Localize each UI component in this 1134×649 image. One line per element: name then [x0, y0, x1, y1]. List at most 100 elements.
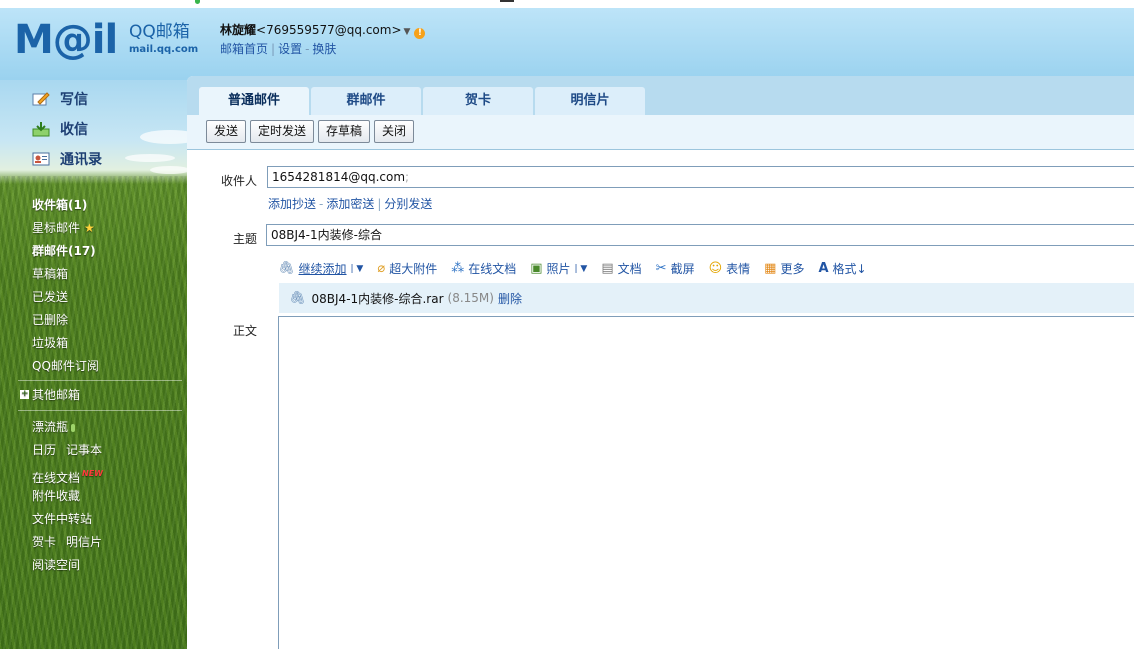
sidebar-write[interactable]: 写信 [32, 87, 88, 111]
folder-spam[interactable]: 垃圾箱 [32, 332, 99, 355]
app-bottle-label: 漂流瓶 [32, 420, 69, 434]
tab-group-mail[interactable]: 群邮件 [311, 87, 421, 115]
app-file-transfer[interactable]: 文件中转站 [32, 508, 103, 531]
font-a-icon: A [818, 261, 829, 276]
logo-domain: mail.qq.com [129, 44, 199, 55]
folder-drafts[interactable]: 草稿箱 [32, 263, 99, 286]
link-settings[interactable]: 设置 [278, 42, 302, 56]
compose-panel: 普通邮件 群邮件 贺卡 明信片 发送 定时发送 存草稿 关闭 收件人 16542… [187, 76, 1134, 649]
online-docs-tool-label: 在线文档 [468, 262, 517, 276]
folder-starred[interactable]: 星标邮件 ★ [32, 217, 99, 240]
other-mailboxes[interactable]: + 其他邮箱 [20, 386, 80, 403]
pencil-icon [32, 91, 50, 107]
large-attachment-label: 超大附件 [389, 262, 438, 276]
dropdown-arrow-icon[interactable]: | ▼ [575, 264, 588, 274]
sidebar-receive-label: 收信 [60, 122, 88, 138]
smiley-icon: ☺ [708, 261, 723, 276]
delete-attachment-link[interactable]: 删除 [498, 290, 522, 307]
add-attachment-label: 继续添加 [298, 262, 347, 276]
cc-links: 添加抄送 - 添加密送 | 分别发送 [268, 195, 432, 212]
compose-header: 普通邮件 群邮件 贺卡 明信片 发送 定时发送 存草稿 关闭 [187, 76, 1134, 150]
link-skin[interactable]: 换肤 [312, 42, 336, 56]
format-tool[interactable]: A 格式↓ [818, 260, 866, 277]
folder-sent[interactable]: 已发送 [32, 286, 99, 309]
recipient-address[interactable]: 1654281814@qq.com [272, 170, 405, 184]
app-card-postcard: 贺卡 明信片 [32, 531, 103, 554]
warning-icon[interactable]: ! [414, 28, 426, 39]
app-calendar[interactable]: 日历 [32, 443, 56, 457]
scheduled-send-button[interactable]: 定时发送 [250, 120, 315, 143]
emoji-tool[interactable]: ☺ 表情 [709, 260, 751, 277]
add-bcc-link[interactable]: 添加密送 [326, 197, 374, 211]
send-separately-link[interactable]: 分别发送 [384, 197, 432, 211]
logo[interactable]: M@il QQ邮箱 mail.qq.com [14, 18, 204, 64]
folder-inbox[interactable]: 收件箱(1) [32, 194, 99, 217]
app-reading-space[interactable]: 阅读空间 [32, 554, 103, 577]
document-tool[interactable]: ▤ 文档 [601, 260, 641, 277]
paperclip-icon: 🖇 [289, 290, 306, 306]
sidebar-contacts[interactable]: 通讯录 [32, 147, 102, 171]
link-separator: | [271, 42, 276, 56]
add-attachment[interactable]: 🖇 继续添加 | ▼ [278, 260, 363, 277]
new-badge: NEW [82, 469, 103, 478]
body-editor[interactable] [278, 316, 1134, 649]
contact-card-icon [32, 151, 50, 167]
header: M@il QQ邮箱 mail.qq.com 林旋耀<769559577@qq.c… [0, 8, 1134, 80]
star-icon: ★ [84, 221, 95, 235]
link-separator: - [319, 197, 324, 211]
photo-tool-label: 照片 [546, 262, 571, 276]
app-bottle[interactable]: 漂流瓶 [32, 416, 103, 439]
dropdown-arrow-icon[interactable]: | ▼ [351, 264, 364, 274]
sidebar: 写信 收信 通讯录 收件箱(1) 星标邮件 ★ 群邮件(17) 草稿箱 已发送 已… [0, 80, 191, 649]
account-dropdown-icon[interactable]: ▼ [404, 27, 411, 37]
link-mail-home[interactable]: 邮箱首页 [220, 42, 268, 56]
attachment-toolbar: 🖇 继续添加 | ▼ ⌀ 超大附件 ⁂ 在线文档 ▣ 照片 | ▼ ▤ 文档 ✂… [278, 260, 881, 277]
close-button[interactable]: 关闭 [374, 120, 415, 143]
sidebar-write-label: 写信 [60, 92, 88, 108]
sidebar-divider [18, 410, 182, 411]
more-tool[interactable]: ▦ 更多 [764, 260, 804, 277]
send-button[interactable]: 发送 [206, 120, 247, 143]
large-attachment[interactable]: ⌀ 超大附件 [377, 260, 437, 277]
attachment-row: 🖇 08BJ4-1内装修-综合.rar (8.15M) 删除 [279, 283, 1134, 313]
tab-greeting-card[interactable]: 贺卡 [423, 87, 533, 115]
account-info: 林旋耀<769559577@qq.com> ▼! 邮箱首页 | 设置 - 换肤 [220, 22, 426, 58]
account-email: <769559577@qq.com> [256, 23, 402, 37]
folder-group-mail[interactable]: 群邮件(17) [32, 240, 99, 263]
tab-postcard[interactable]: 明信片 [535, 87, 645, 115]
online-docs-tool[interactable]: ⁂ 在线文档 [451, 260, 516, 277]
expand-icon[interactable]: + [20, 390, 29, 399]
app-attachment-favorites[interactable]: 附件收藏 [32, 485, 103, 508]
compose-toolbar-row: 发送 定时发送 存草稿 关闭 [187, 115, 1134, 149]
to-field[interactable]: 1654281814@qq.com; [267, 166, 1134, 188]
status-dot [195, 0, 200, 4]
app-online-docs[interactable]: 在线文档 NEW [32, 462, 103, 485]
folder-subscriptions[interactable]: QQ邮件订阅 [32, 355, 99, 378]
compose-form: 收件人 1654281814@qq.com; 添加抄送 - 添加密送 | 分别发送 主题… [199, 150, 1134, 649]
add-cc-link[interactable]: 添加抄送 [268, 197, 316, 211]
photo-tool[interactable]: ▣ 照片 | ▼ [530, 260, 587, 277]
other-mailboxes-label: 其他邮箱 [32, 388, 81, 402]
app-card[interactable]: 贺卡 [32, 535, 56, 549]
grid-icon: ▦ [764, 261, 777, 276]
document-tool-label: 文档 [617, 262, 642, 276]
inbox-arrow-icon [32, 121, 50, 137]
bottle-icon [71, 424, 76, 432]
logo-name: QQ邮箱 [129, 22, 190, 42]
compose-toolbar: 发送 定时发送 存草稿 关闭 [206, 120, 418, 143]
tab-normal-mail[interactable]: 普通邮件 [199, 87, 309, 115]
save-draft-button[interactable]: 存草稿 [318, 120, 371, 143]
photo-icon: ▣ [530, 261, 543, 276]
app-notebook[interactable]: 记事本 [66, 443, 102, 457]
link-separator: - [305, 42, 310, 56]
attachment-filename: 08BJ4-1内装修-综合.rar [311, 291, 444, 306]
sidebar-receive[interactable]: 收信 [32, 117, 88, 141]
cloud-decoration [140, 130, 191, 144]
subject-input[interactable]: 08BJ4-1内装修-综合 [266, 224, 1134, 246]
top-strip [0, 0, 1134, 8]
folder-deleted[interactable]: 已删除 [32, 309, 99, 332]
body-label: 正文 [232, 324, 257, 338]
screenshot-tool[interactable]: ✂ 截屏 [656, 260, 695, 277]
compose-tabs: 普通邮件 群邮件 贺卡 明信片 [199, 87, 647, 115]
app-postcard[interactable]: 明信片 [66, 535, 102, 549]
